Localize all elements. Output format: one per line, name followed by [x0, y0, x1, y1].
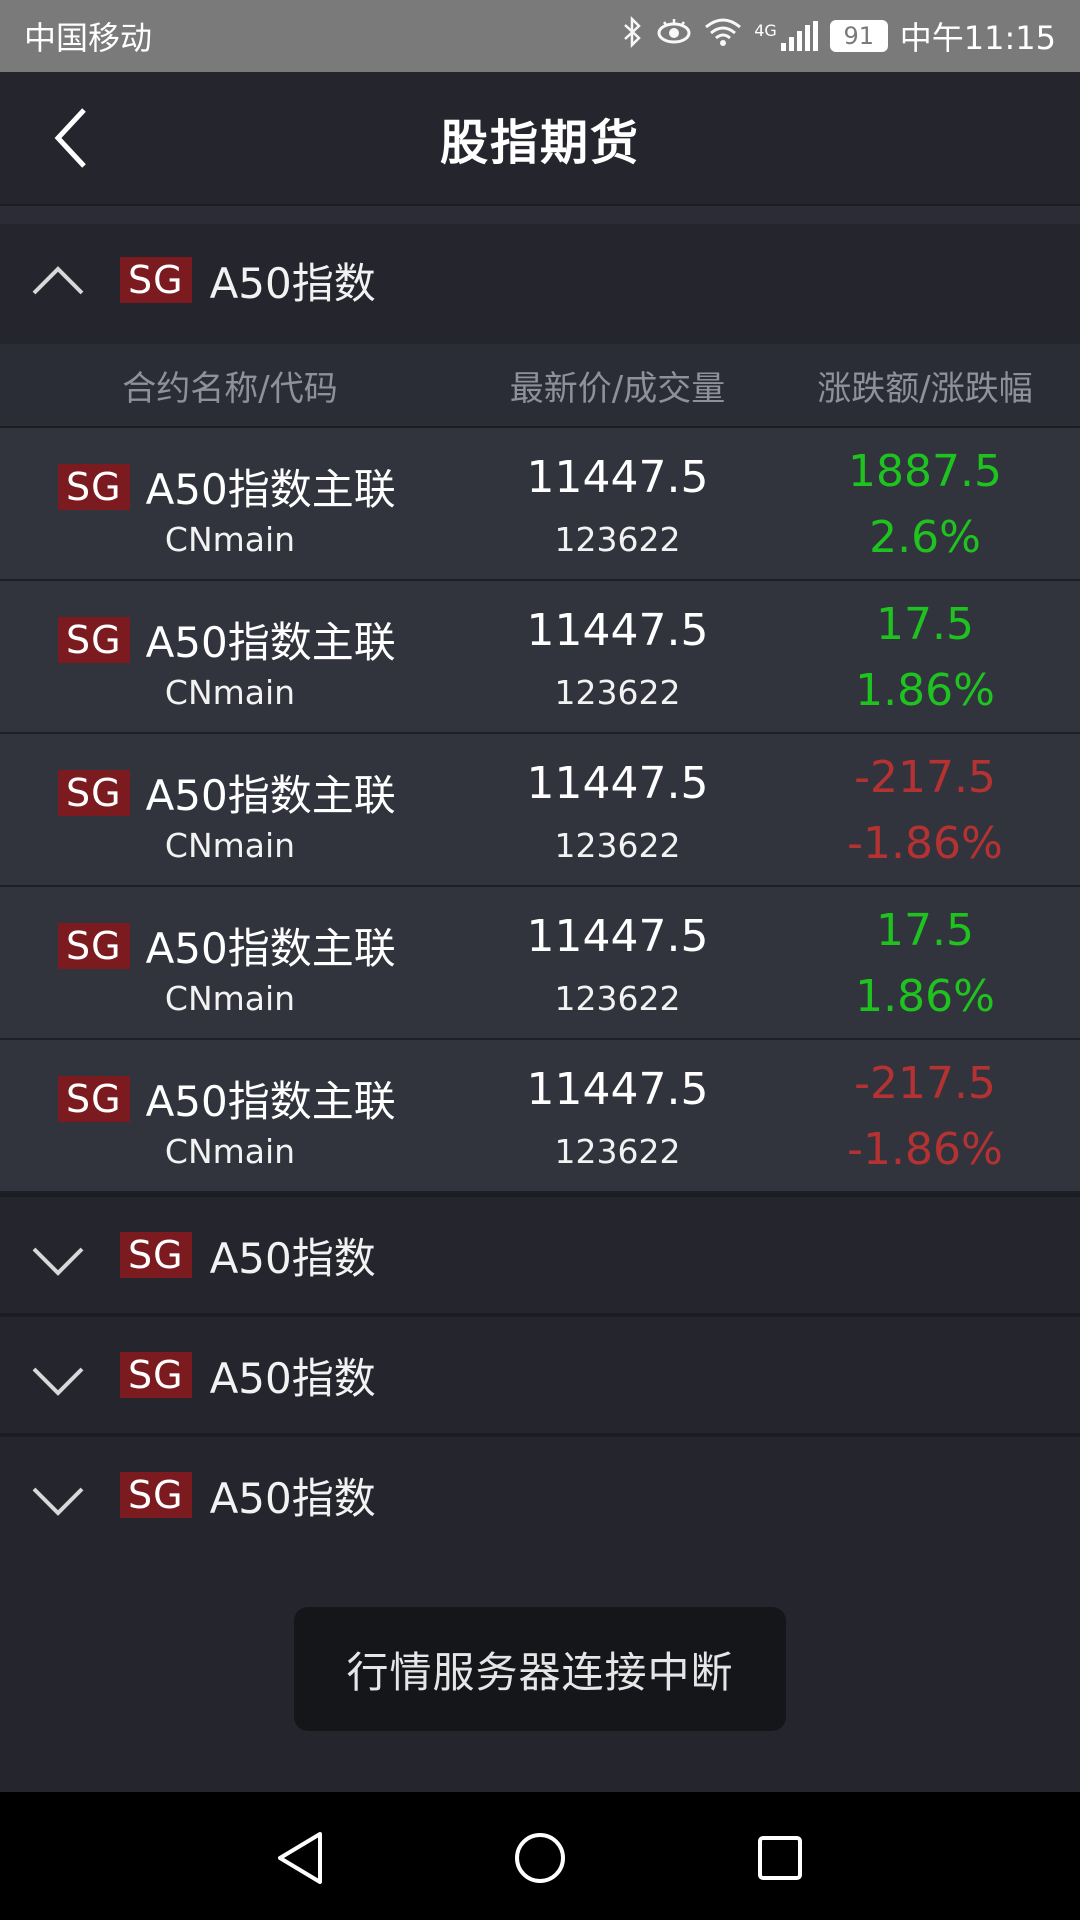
table-row[interactable]: SG A50指数主联 CNmain 11447.5 123622 -217.5 … [0, 1040, 1080, 1193]
volume: 123622 [554, 826, 681, 865]
contract-name: A50指数主联 [145, 618, 396, 667]
change-amount: -217.5 [854, 752, 996, 803]
contract-name-line: SG A50指数主联 [58, 1068, 396, 1129]
latest-price: 11447.5 [526, 758, 709, 809]
contract-name-line: SG A50指数主联 [58, 915, 396, 976]
latest-price: 11447.5 [526, 452, 709, 503]
system-nav-bar [0, 1792, 1080, 1920]
change-percent: 1.86% [855, 665, 995, 716]
section-header-collapsed[interactable]: SG A50指数 [0, 1313, 1080, 1433]
contract-code: CNmain [164, 520, 296, 559]
contract-name: A50指数主联 [145, 1077, 396, 1126]
column-header-name: 合约名称/代码 [122, 368, 338, 409]
contract-code: CNmain [164, 979, 296, 1018]
chevron-down-icon [30, 1354, 86, 1410]
change-percent: -1.86% [847, 818, 1003, 869]
change-amount: 17.5 [876, 905, 974, 956]
change-amount: 1887.5 [848, 446, 1002, 497]
change-percent: -1.86% [847, 1124, 1003, 1175]
status-bar: 中国移动 4G 91 中午11:15 [0, 0, 1080, 72]
latest-price: 11447.5 [526, 911, 709, 962]
circle-home-icon [515, 1833, 565, 1883]
chevron-down-icon [30, 1234, 86, 1290]
back-button[interactable] [36, 102, 108, 174]
contract-name-line: SG A50指数主联 [58, 762, 396, 823]
bluetooth-icon [622, 15, 644, 56]
table-row[interactable]: SG A50指数主联 CNmain 11447.5 123622 17.5 1.… [0, 887, 1080, 1040]
wifi-icon [704, 17, 742, 55]
contract-name: A50指数主联 [145, 465, 396, 514]
change-amount: -217.5 [854, 1058, 996, 1109]
exchange-badge: SG [58, 1075, 130, 1122]
chevron-left-icon [54, 108, 86, 168]
contract-code: CNmain [164, 673, 296, 712]
nav-home-button[interactable] [508, 1826, 572, 1890]
toast-message: 行情服务器连接中断 [294, 1607, 786, 1731]
contract-name-line: SG A50指数主联 [58, 609, 396, 670]
chevron-up-icon [30, 252, 86, 308]
change-percent: 2.6% [869, 512, 981, 563]
exchange-badge: SG [120, 257, 192, 303]
clock-label: 中午11:15 [899, 19, 1056, 57]
nav-recents-button[interactable] [748, 1826, 812, 1890]
exchange-badge: SG [58, 463, 130, 510]
exchange-badge: SG [120, 1232, 192, 1278]
column-header-price: 最新价/成交量 [509, 368, 726, 409]
carrier-label: 中国移动 [24, 19, 153, 57]
contract-name: A50指数主联 [145, 771, 396, 820]
exchange-badge: SG [58, 922, 130, 969]
eye-comfort-icon [656, 18, 692, 54]
section-title: A50指数 [209, 1353, 376, 1403]
network-type-label: 4G [754, 21, 777, 40]
volume: 123622 [554, 520, 681, 559]
triangle-back-icon [278, 1832, 322, 1884]
volume: 123622 [554, 979, 681, 1018]
status-icons: 4G 91 中午11:15 [622, 13, 1056, 59]
signal-icon [780, 21, 818, 51]
nav-back-button[interactable] [268, 1826, 332, 1890]
app-bar: 股指期货 [0, 72, 1080, 206]
table-header: 合约名称/代码 最新价/成交量 涨跌额/涨跌幅 [0, 344, 1080, 428]
contract-code: CNmain [164, 826, 296, 865]
volume: 123622 [554, 1132, 681, 1171]
square-recents-icon [758, 1836, 802, 1880]
table-row[interactable]: SG A50指数主联 CNmain 11447.5 123622 17.5 1.… [0, 581, 1080, 734]
section-title: A50指数 [209, 1473, 376, 1523]
exchange-badge: SG [120, 1352, 192, 1398]
chevron-down-icon [30, 1474, 86, 1530]
change-amount: 17.5 [876, 599, 974, 650]
table-row[interactable]: SG A50指数主联 CNmain 11447.5 123622 -217.5 … [0, 734, 1080, 887]
contract-list: SG A50指数主联 CNmain 11447.5 123622 1887.5 … [0, 428, 1080, 1193]
latest-price: 11447.5 [526, 605, 709, 656]
volume: 123622 [554, 673, 681, 712]
latest-price: 11447.5 [526, 1064, 709, 1115]
divider [0, 206, 1080, 224]
page-title: 股指期货 [439, 115, 640, 171]
contract-name: A50指数主联 [145, 924, 396, 973]
contract-code: CNmain [164, 1132, 296, 1171]
section-header-collapsed[interactable]: SG A50指数 [0, 1433, 1080, 1553]
column-header-change: 涨跌额/涨跌幅 [817, 368, 1033, 409]
exchange-badge: SG [58, 769, 130, 816]
exchange-badge: SG [58, 616, 130, 663]
section-title: A50指数 [209, 258, 376, 308]
change-percent: 1.86% [855, 971, 995, 1022]
battery-icon: 91 [829, 20, 888, 52]
table-row[interactable]: SG A50指数主联 CNmain 11447.5 123622 1887.5 … [0, 428, 1080, 581]
exchange-badge: SG [120, 1472, 192, 1518]
section-header-collapsed[interactable]: SG A50指数 [0, 1193, 1080, 1313]
contract-name-line: SG A50指数主联 [58, 456, 396, 517]
section-header-expanded[interactable]: SG A50指数 [0, 224, 1080, 336]
section-title: A50指数 [209, 1233, 376, 1283]
